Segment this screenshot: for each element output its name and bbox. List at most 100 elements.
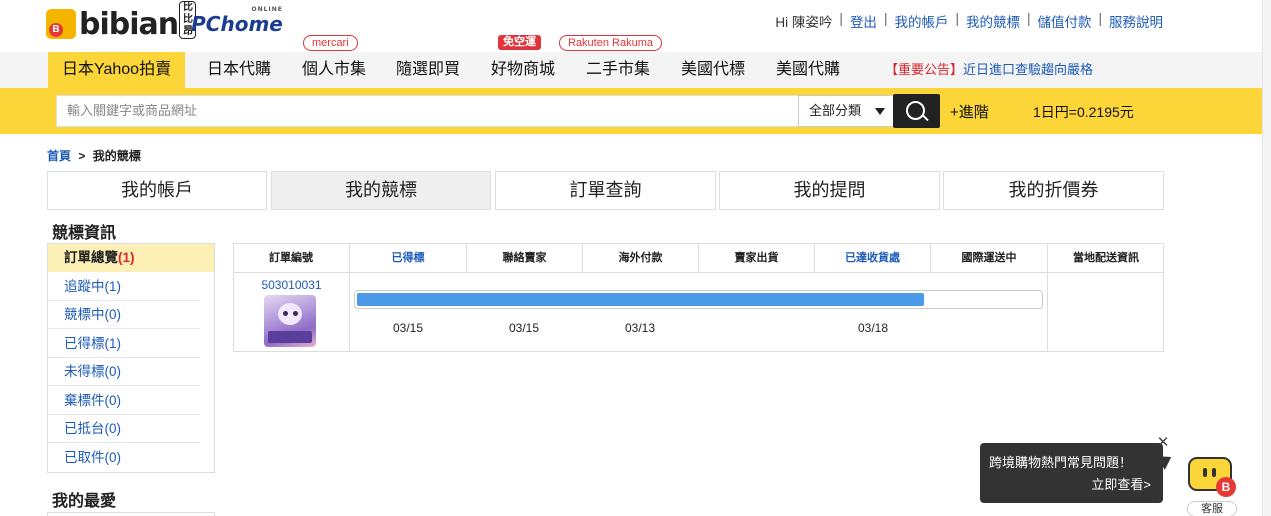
notice-link[interactable]: 【重要公告】近日進口查驗趨向嚴格 <box>885 52 1093 88</box>
sidebar-item-bidding[interactable]: 競標中(0) <box>48 301 200 329</box>
my-account-link[interactable]: 我的帳戶 <box>894 11 948 31</box>
exchange-rate: 1日円=0.2195元 <box>1033 104 1134 120</box>
date-won: 03/15 <box>392 321 424 335</box>
link-sep-4: | <box>1098 11 1102 26</box>
sidebar-item-count: (0) <box>104 307 122 322</box>
help-link[interactable]: 服務說明 <box>1109 11 1163 31</box>
sidebar-item-label: 追蹤中 <box>64 279 105 294</box>
category-select-label: 全部分類 <box>809 103 862 118</box>
favorites-box <box>47 512 215 516</box>
sidebar-item-picked-up[interactable]: 已取件(0) <box>48 444 200 472</box>
nav-instant-buy[interactable]: 隨選即買 <box>382 52 474 88</box>
nav-personal-market[interactable]: 個人市集 <box>288 52 380 88</box>
col-header-contact-seller: 聯絡賣家 <box>467 243 583 273</box>
faq-popup[interactable]: 跨境購物熱門常見問題！ 立即查看> <box>980 443 1163 503</box>
sidebar-item-arrived[interactable]: 已抵台(0) <box>48 415 200 443</box>
col-header-seller-ship: 賣家出貨 <box>699 243 815 273</box>
link-sep-2: | <box>955 11 959 26</box>
faq-popup-text: 跨境購物熱門常見問題！ <box>989 455 1133 470</box>
date-contact-seller: 03/15 <box>508 321 540 335</box>
sidebar-item-label: 已取件 <box>64 450 105 465</box>
sidebar-item-count: (1) <box>104 336 122 351</box>
greeting: Hi 陳姿吟 <box>775 15 833 30</box>
page-scrollbar[interactable] <box>1262 0 1271 516</box>
thumbnail-figure <box>278 303 302 325</box>
search-button[interactable] <box>893 94 940 128</box>
link-sep-1: | <box>883 11 888 26</box>
favorites-title: 我的最愛 <box>52 493 117 510</box>
col-header-won: 已得標 <box>350 243 467 273</box>
thumbnail-detail <box>293 311 298 316</box>
tab-my-coupons[interactable]: 我的折價券 <box>943 171 1164 210</box>
chat-icon-eye <box>1203 468 1207 477</box>
sidebar-menu: 訂單總覽(1) 追蹤中(1) 競標中(0) 已得標(1) 未得標(0) 棄標件(… <box>47 243 215 473</box>
nav-secondhand-market[interactable]: 二手市集 <box>572 52 664 88</box>
breadcrumb-home[interactable]: 首頁 <box>47 149 71 163</box>
sidebar-item-label: 已得標 <box>64 336 105 351</box>
nav-japan-proxy[interactable]: 日本代購 <box>193 52 285 88</box>
order-progress-fill <box>357 293 924 306</box>
sidebar-item-lost[interactable]: 未得標(0) <box>48 358 200 386</box>
bid-info-title: 競標資訊 <box>52 225 117 242</box>
sidebar-item-count: (0) <box>104 393 122 408</box>
nav-us-proxy[interactable]: 美國代購 <box>762 52 854 88</box>
caret-down-icon <box>875 108 885 115</box>
col-header-local-delivery: 當地配送資訊 <box>1048 243 1164 273</box>
order-number-link[interactable]: 503010031 <box>233 278 350 292</box>
mercari-badge: mercari <box>303 35 358 51</box>
column-divider <box>1047 273 1048 352</box>
logout-link[interactable]: 登出 <box>850 11 877 31</box>
link-sep-0: | <box>839 11 843 26</box>
sidebar-item-tracking[interactable]: 追蹤中(1) <box>48 273 200 301</box>
bibian-logo-icon: B <box>46 9 76 39</box>
free-shipping-badge: 免空運 <box>498 35 541 50</box>
sidebar-item-label: 競標中 <box>64 307 105 322</box>
bibian-wordmark: bibian 比比昂 <box>79 0 196 42</box>
col-header-intl-shipping: 國際運送中 <box>931 243 1048 273</box>
close-icon[interactable]: ✕ <box>1155 435 1171 451</box>
sidebar-item-label: 棄標件 <box>64 393 105 408</box>
sidebar-item-overview[interactable]: 訂單總覽(1) <box>48 244 214 272</box>
sidebar-item-count: (0) <box>104 364 122 379</box>
breadcrumb-current: 我的競標 <box>92 149 141 163</box>
notice-text: 近日進口查驗趨向嚴格 <box>963 62 1094 77</box>
nav-us-bid[interactable]: 美國代標 <box>667 52 759 88</box>
search-icon-handle <box>922 114 929 122</box>
bibian-badge-icon: B <box>1216 477 1236 497</box>
bibian-logo[interactable]: B bibian 比比昂 PChome ONLINE <box>46 0 283 44</box>
chat-icon-eye <box>1212 468 1216 477</box>
faq-view-link[interactable]: 立即查看> <box>1091 474 1151 493</box>
link-sep-3: | <box>1026 11 1031 26</box>
sidebar-item-count: (1) <box>104 279 122 294</box>
sidebar-item-label: 訂單總覽 <box>64 250 118 265</box>
sidebar-item-count: (1) <box>118 250 135 265</box>
sidebar-item-count: (0) <box>104 421 122 436</box>
sidebar-item-label: 已抵台 <box>64 421 105 436</box>
category-select[interactable]: 全部分類 <box>798 95 894 127</box>
notice-tag: 【重要公告】 <box>885 62 964 77</box>
tab-my-questions[interactable]: 我的提問 <box>719 171 940 210</box>
sidebar-item-count: (0) <box>104 450 122 465</box>
col-header-arrived-warehouse: 已達收貨處 <box>815 243 931 273</box>
product-thumbnail[interactable] <box>264 295 316 347</box>
search-input[interactable]: 輸入關鍵字或商品網址 <box>56 95 798 127</box>
my-bids-link[interactable]: 我的競標 <box>966 11 1020 31</box>
nav-goods-mall[interactable]: 好物商城 <box>477 52 569 88</box>
search-icon <box>906 101 925 120</box>
column-divider <box>349 273 350 352</box>
sidebar-item-abandoned[interactable]: 棄標件(0) <box>48 387 200 415</box>
customer-service-button[interactable]: B <box>1186 455 1236 497</box>
breadcrumb-sep: > <box>78 149 86 163</box>
user-links: Hi 陳姿吟 | 登出 | 我的帳戶 | 我的競標 | 儲值付款 | 服務說明 <box>775 11 1163 31</box>
topup-link[interactable]: 儲值付款 <box>1037 11 1091 31</box>
advanced-search-link[interactable]: +進階 <box>950 101 989 122</box>
tab-order-query[interactable]: 訂單查詢 <box>495 171 716 210</box>
col-header-order-no: 訂單編號 <box>233 243 350 273</box>
sidebar-item-label: 未得標 <box>64 364 105 379</box>
customer-service-label[interactable]: 客服 <box>1187 501 1237 516</box>
sidebar-item-won[interactable]: 已得標(1) <box>48 330 200 358</box>
tab-my-bids[interactable]: 我的競標 <box>271 171 491 210</box>
date-overseas-pay: 03/13 <box>624 321 656 335</box>
tab-my-account[interactable]: 我的帳戶 <box>47 171 267 210</box>
nav-yahoo-auction[interactable]: 日本Yahoo拍賣 <box>48 52 186 88</box>
